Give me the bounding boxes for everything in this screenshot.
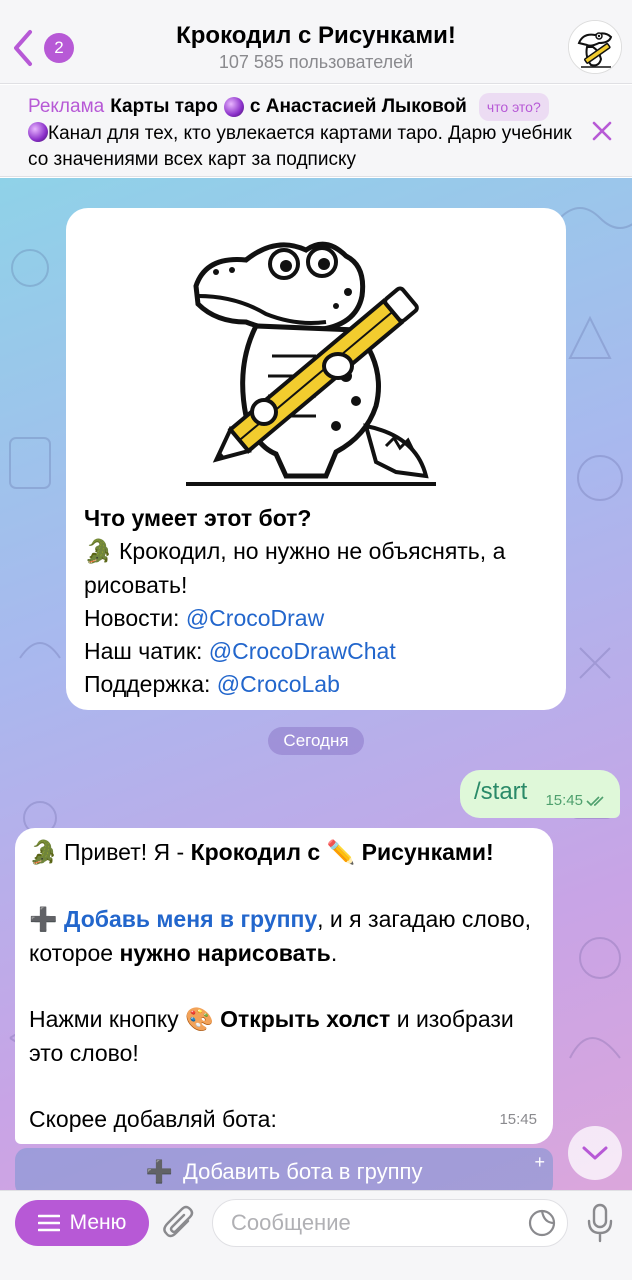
chat-header: 2 Крокодил с Рисунками! 107 585 пользова… xyxy=(0,0,632,84)
bot-info-card: Что умеет этот бот? 🐊 Крокодил, но нужно… xyxy=(66,208,566,710)
chat-label: Наш чатик: xyxy=(84,638,203,664)
p2-end-text: . xyxy=(330,940,338,966)
bot-description-heading: Что умеет этот бот? xyxy=(84,505,312,531)
outgoing-message-text: /start xyxy=(474,778,528,805)
support-label: Поддержка: xyxy=(84,671,211,697)
chat-title[interactable]: Крокодил с Рисунками! xyxy=(100,22,532,50)
paperclip-icon[interactable] xyxy=(162,1205,196,1243)
outgoing-message[interactable]: /start 15:45 xyxy=(460,770,620,818)
ad-title-part2: с Анастасией Лыковой xyxy=(249,96,467,117)
back-button[interactable]: 2 xyxy=(8,26,74,70)
p4-text: Скорее добавляй бота: xyxy=(29,1106,277,1132)
bot-menu-button[interactable]: Меню xyxy=(15,1200,149,1246)
message-input-placeholder: Сообщение xyxy=(231,1210,351,1235)
pencil-emoji-icon: ✏️ xyxy=(326,840,356,866)
add-bot-to-group-button[interactable]: ➕ Добавить бота в группу + xyxy=(15,1148,553,1190)
microphone-icon[interactable] xyxy=(586,1203,614,1243)
incoming-message[interactable]: 🐊 Привет! Я - Крокодил с ✏️ Рисунками! ➕… xyxy=(15,828,553,1144)
sponsored-banner[interactable]: Реклама Карты таро с Анастасией Лыковой … xyxy=(0,85,632,177)
bot-description-line: Крокодил, но нужно не объяснять, а рисов… xyxy=(84,538,506,598)
date-separator: Сегодня xyxy=(268,727,364,755)
plus-emoji-icon: ➕ xyxy=(145,1159,173,1185)
crystal-ball-icon xyxy=(223,97,244,117)
ad-title-part1: Карты таро xyxy=(110,96,218,117)
ad-text: Канал для тех, кто увлекается картами та… xyxy=(28,123,572,170)
p3-prefix: Нажми кнопку xyxy=(29,1006,179,1032)
external-plus-icon: + xyxy=(534,1152,545,1172)
support-link[interactable]: @CrocoLab xyxy=(217,671,340,697)
crystal-ball-icon xyxy=(28,122,48,142)
scroll-down-button[interactable] xyxy=(568,1126,622,1180)
menu-button-label: Меню xyxy=(69,1211,127,1234)
greeting-prefix: Привет! Я - xyxy=(64,839,185,865)
bot-avatar[interactable] xyxy=(568,20,622,74)
chat-area[interactable]: Что умеет этот бот? 🐊 Крокодил, но нужно… xyxy=(0,178,632,1190)
news-label: Новости: xyxy=(84,605,180,631)
message-input[interactable]: Сообщение xyxy=(212,1199,568,1247)
open-canvas-bold: Открыть холст xyxy=(220,1006,391,1032)
incoming-message-time: 15:45 xyxy=(499,1111,537,1128)
greeting-bold-1: Крокодил с xyxy=(190,839,321,865)
composer-bar: Меню Сообщение xyxy=(0,1190,632,1280)
crocodile-emoji-icon: 🐊 xyxy=(29,840,58,866)
chat-subtitle: 107 585 пользователей xyxy=(218,52,414,72)
close-icon[interactable] xyxy=(590,119,614,143)
outgoing-message-meta: 15:45 xyxy=(545,792,608,809)
crocodile-avatar-icon xyxy=(569,21,621,73)
crocodile-emoji-icon: 🐊 xyxy=(84,539,113,565)
sticker-icon[interactable] xyxy=(528,1209,556,1237)
hamburger-icon xyxy=(37,1214,60,1232)
news-channel-link[interactable]: @CrocoDraw xyxy=(186,605,324,631)
plus-emoji-icon: ➕ xyxy=(29,907,58,933)
crocodile-with-pencil-image xyxy=(186,241,436,486)
add-to-group-link[interactable]: Добавь меня в группу xyxy=(64,906,317,932)
palette-emoji-icon: 🎨 xyxy=(185,1007,214,1033)
unread-count-badge: 2 xyxy=(44,33,74,63)
ad-label: Реклама xyxy=(28,96,105,117)
chat-group-link[interactable]: @CrocoDrawChat xyxy=(209,638,396,664)
p2-bold-text: нужно нарисовать xyxy=(119,940,331,966)
chevron-left-icon xyxy=(14,30,32,66)
chevron-down-icon xyxy=(582,1146,608,1160)
greeting-bold-2: Рисунками! xyxy=(361,839,494,865)
double-check-icon xyxy=(586,795,604,806)
ad-what-is-this-link[interactable]: что это? xyxy=(478,93,549,121)
outgoing-message-time: 15:45 xyxy=(545,792,583,809)
add-bot-button-label: Добавить бота в группу xyxy=(182,1159,423,1184)
